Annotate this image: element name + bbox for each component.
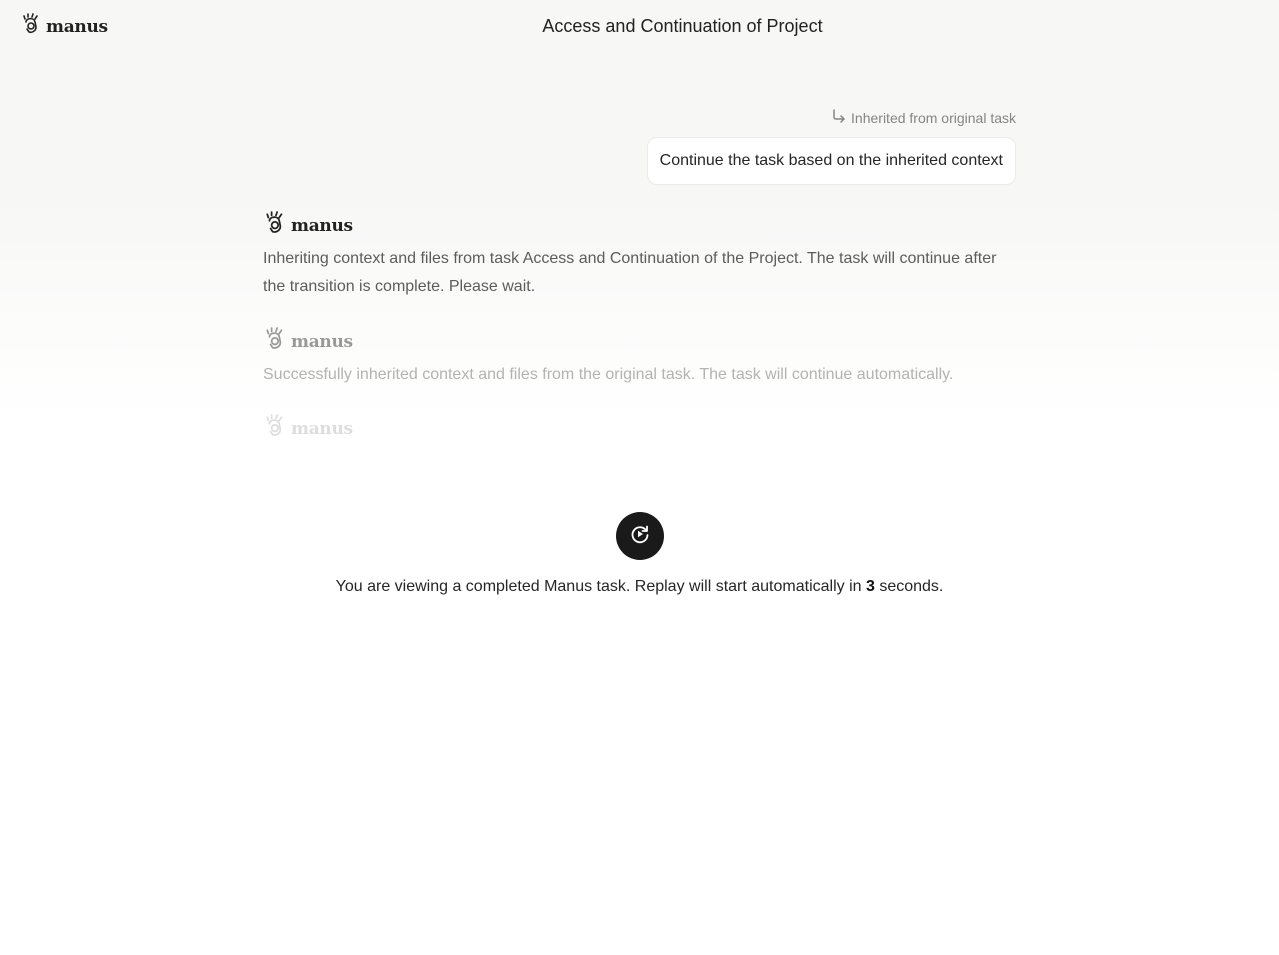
agent-message: Successfully inherited context and files…: [263, 366, 954, 383]
manus-hand-icon: [265, 414, 287, 443]
user-message: Continue the task based on the inherited…: [646, 137, 1016, 185]
replay-panel: You are viewing a completed Manus task. …: [0, 512, 1279, 596]
replay-countdown: 3: [865, 578, 875, 595]
page: manus Access and Continuation of Project…: [0, 0, 1279, 955]
agent-label: manus: [265, 414, 353, 443]
replay-button[interactable]: [615, 512, 664, 560]
manus-hand-icon: [265, 211, 287, 240]
return-arrow-icon: [831, 108, 847, 127]
replay-text-after: seconds.: [874, 578, 944, 595]
replay-message: You are viewing a completed Manus task. …: [0, 578, 1279, 596]
agent-label: manus: [265, 211, 353, 240]
replay-text-before: You are viewing a completed Manus task. …: [335, 578, 866, 595]
inherited-note-text: Inherited from original task: [851, 109, 1016, 126]
task-title: Access and Continuation of Project: [542, 16, 823, 36]
manus-hand-icon: [265, 327, 287, 356]
agent-name: manus: [291, 331, 353, 352]
agent-message: Inheriting context and files from task A…: [263, 250, 997, 295]
agent-name: manus: [291, 215, 353, 236]
inherited-note: Inherited from original task: [831, 108, 1016, 127]
replay-icon: [629, 523, 651, 550]
agent-name: manus: [291, 418, 353, 439]
agent-label: manus: [265, 327, 353, 356]
top-bar: manus Access and Continuation of Project: [0, 0, 1279, 52]
